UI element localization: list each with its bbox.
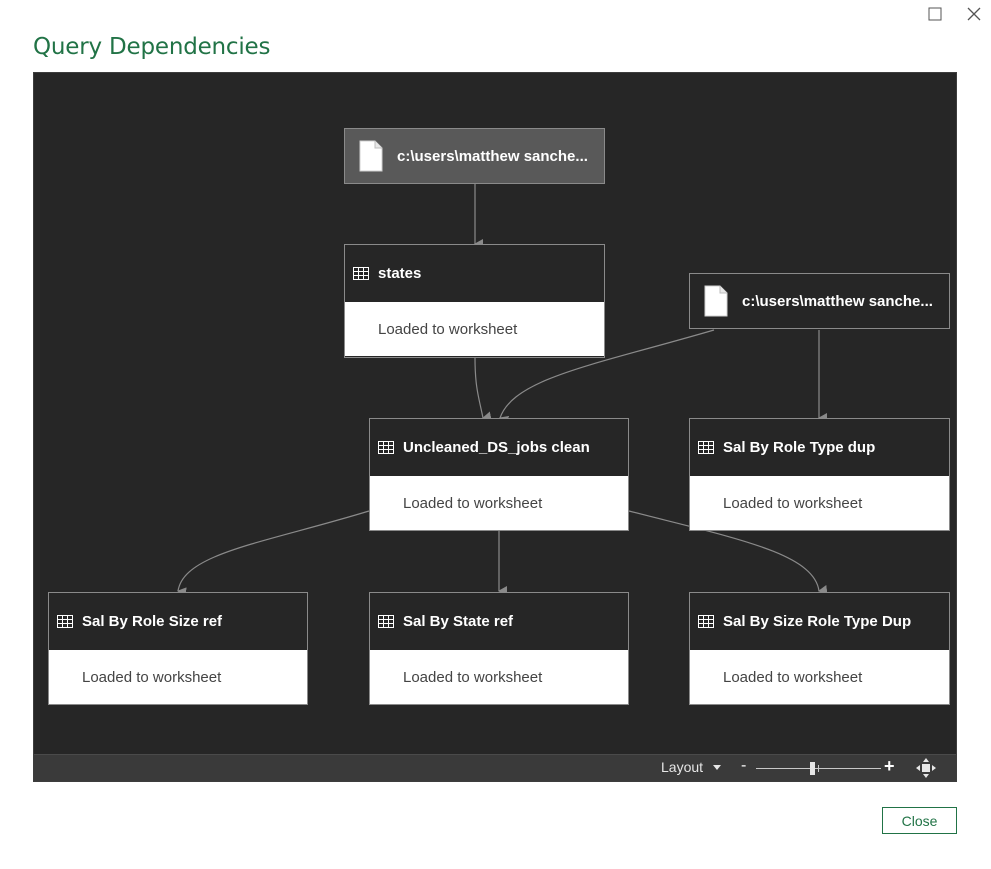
table-icon [57, 615, 73, 628]
node-label: Sal By Size Role Type Dup [723, 613, 912, 630]
chevron-down-icon [713, 764, 722, 770]
node-states[interactable]: states Loaded to worksheet [344, 244, 605, 358]
node-label: Sal By Role Type dup [723, 439, 876, 456]
dependency-canvas[interactable]: c:\users\matthew sanche... states Loaded… [33, 72, 957, 782]
node-sal-by-role-type-dup[interactable]: Sal By Role Type dup Loaded to worksheet [689, 418, 950, 531]
zoom-out-button[interactable]: - [741, 757, 746, 775]
node-label: Sal By State ref [403, 613, 514, 630]
zoom-in-button[interactable]: + [884, 756, 895, 777]
node-status: Loaded to worksheet [690, 476, 949, 530]
node-label: Sal By Role Size ref [82, 613, 223, 630]
edge-states-uncleaned [474, 357, 492, 422]
node-sal-by-size-role-type-dup[interactable]: Sal By Size Role Type Dup Loaded to work… [689, 592, 950, 705]
table-icon [698, 615, 714, 628]
dialog-title: Query Dependencies [33, 34, 271, 60]
node-uncleaned-ds-jobs-clean[interactable]: Uncleaned_DS_jobs clean Loaded to worksh… [369, 418, 629, 531]
node-status: Loaded to worksheet [370, 650, 628, 704]
node-status: Loaded to worksheet [49, 650, 307, 704]
node-label: states [378, 265, 422, 282]
maximize-icon [928, 7, 942, 21]
table-icon [353, 267, 369, 280]
fit-to-screen-button[interactable] [916, 758, 936, 778]
node-label: c:\users\matthew sanche... [742, 292, 933, 310]
node-label: c:\users\matthew sanche... [397, 147, 588, 165]
document-icon [359, 140, 383, 172]
document-icon [704, 285, 728, 317]
node-status: Loaded to worksheet [370, 476, 628, 530]
node-status: Loaded to worksheet [690, 650, 949, 704]
canvas-statusbar: Layout - + [34, 754, 956, 781]
close-button[interactable]: Close [882, 807, 957, 834]
zoom-slider-thumb[interactable] [809, 762, 815, 775]
layout-dropdown[interactable]: Layout [661, 759, 722, 775]
layout-label: Layout [661, 759, 704, 775]
close-window-button[interactable] [963, 4, 985, 24]
zoom-slider-tick [818, 765, 819, 772]
node-source-file-1[interactable]: c:\users\matthew sanche... [344, 128, 605, 184]
maximize-button[interactable] [924, 4, 946, 24]
node-label: Uncleaned_DS_jobs clean [403, 439, 590, 456]
close-icon [967, 7, 981, 21]
node-sal-by-state-ref[interactable]: Sal By State ref Loaded to worksheet [369, 592, 629, 705]
edge-uncleaned-rolesizeref [177, 510, 370, 598]
node-sal-by-role-size-ref[interactable]: Sal By Role Size ref Loaded to worksheet [48, 592, 308, 705]
table-icon [698, 441, 714, 454]
fit-to-screen-icon [916, 758, 936, 778]
node-status: Loaded to worksheet [345, 302, 604, 356]
node-source-file-2[interactable]: c:\users\matthew sanche... [689, 273, 950, 329]
table-icon [378, 441, 394, 454]
table-icon [378, 615, 394, 628]
